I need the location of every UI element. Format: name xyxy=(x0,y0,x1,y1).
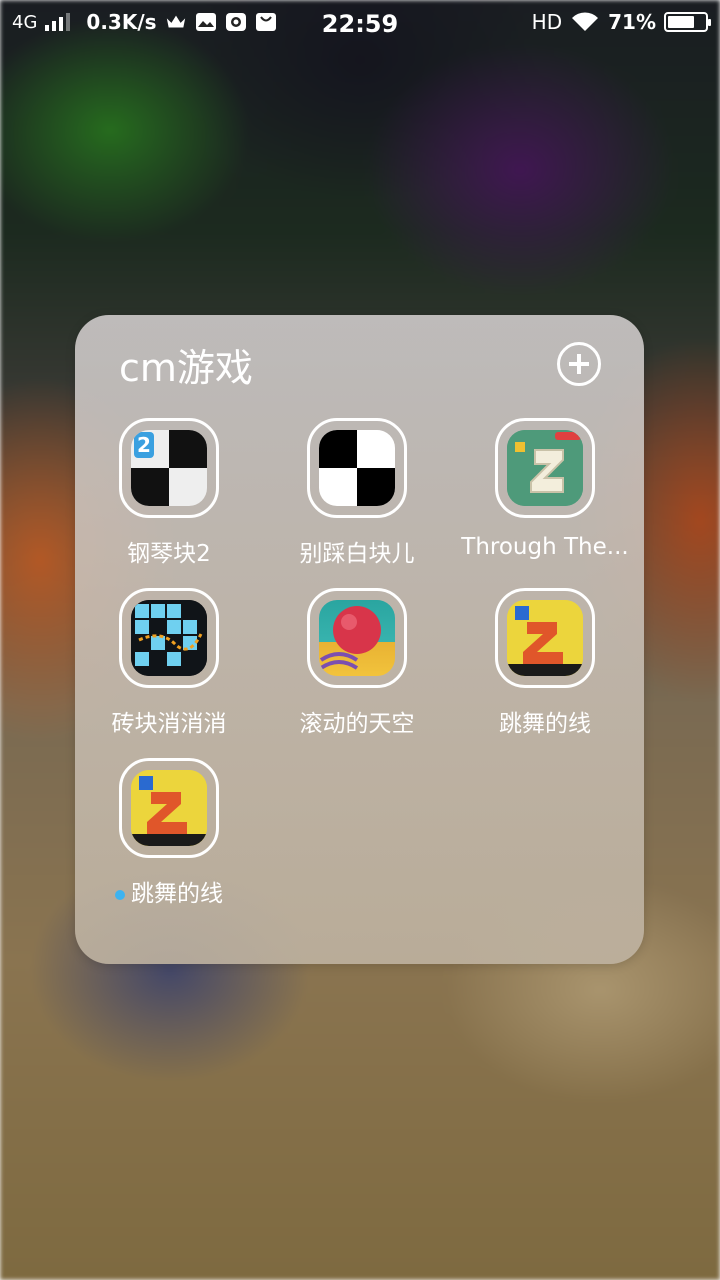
status-bar: 4G 0.3K/s 22:59 HD 71% xyxy=(0,0,720,50)
battery-percent: 71% xyxy=(608,10,656,34)
rolling-sky-icon xyxy=(319,600,395,676)
app-piano-tiles-2[interactable]: 2 钢琴块2 xyxy=(75,418,263,578)
wifi-icon xyxy=(570,12,600,32)
battery-fill xyxy=(668,16,694,28)
app-brick-puzzle[interactable]: 砖块消消消 xyxy=(75,588,263,748)
app-rolling-sky[interactable]: 滚动的天空 xyxy=(263,588,451,748)
app-icon-frame xyxy=(307,418,407,518)
app-icon-frame: 2 xyxy=(119,418,219,518)
app-dont-tap-white-tile[interactable]: 别踩白块儿 xyxy=(263,418,451,578)
add-app-button[interactable] xyxy=(557,342,601,386)
app-icon-frame xyxy=(495,588,595,688)
app-dancing-line[interactable]: 跳舞的线 xyxy=(451,588,639,748)
app-icon-frame xyxy=(495,418,595,518)
app-icon-frame xyxy=(307,588,407,688)
app-icon-frame xyxy=(119,588,219,688)
folder-title[interactable]: cm游戏 xyxy=(119,337,253,392)
app-label-with-new-dot: 跳舞的线 xyxy=(75,874,263,908)
app-label: 跳舞的线 xyxy=(131,881,223,907)
app-label: 滚动的天空 xyxy=(299,711,415,737)
dancing-line-icon xyxy=(131,770,207,846)
battery-icon xyxy=(664,12,711,32)
app-label: Through The... xyxy=(461,534,629,560)
dont-tap-white-tile-icon xyxy=(319,430,395,506)
brick-puzzle-icon xyxy=(131,600,207,676)
through-the-icon xyxy=(507,430,583,506)
app-dancing-line-new[interactable]: 跳舞的线 xyxy=(75,758,263,918)
app-label: 跳舞的线 xyxy=(499,711,591,737)
piano-tiles-2-icon: 2 xyxy=(131,430,207,506)
app-label: 砖块消消消 xyxy=(111,711,227,737)
app-label: 钢琴块2 xyxy=(127,541,211,567)
dancing-line-icon xyxy=(507,600,583,676)
app-label: 别踩白块儿 xyxy=(299,541,415,567)
hd-indicator: HD xyxy=(531,10,563,34)
app-through-the[interactable]: Through The... xyxy=(451,418,639,578)
app-icon-frame xyxy=(119,758,219,858)
new-indicator-dot xyxy=(115,889,125,900)
app-folder: cm游戏 2 钢琴块2 别踩白块儿 Through The... 砖块消消消 滚… xyxy=(75,315,644,964)
